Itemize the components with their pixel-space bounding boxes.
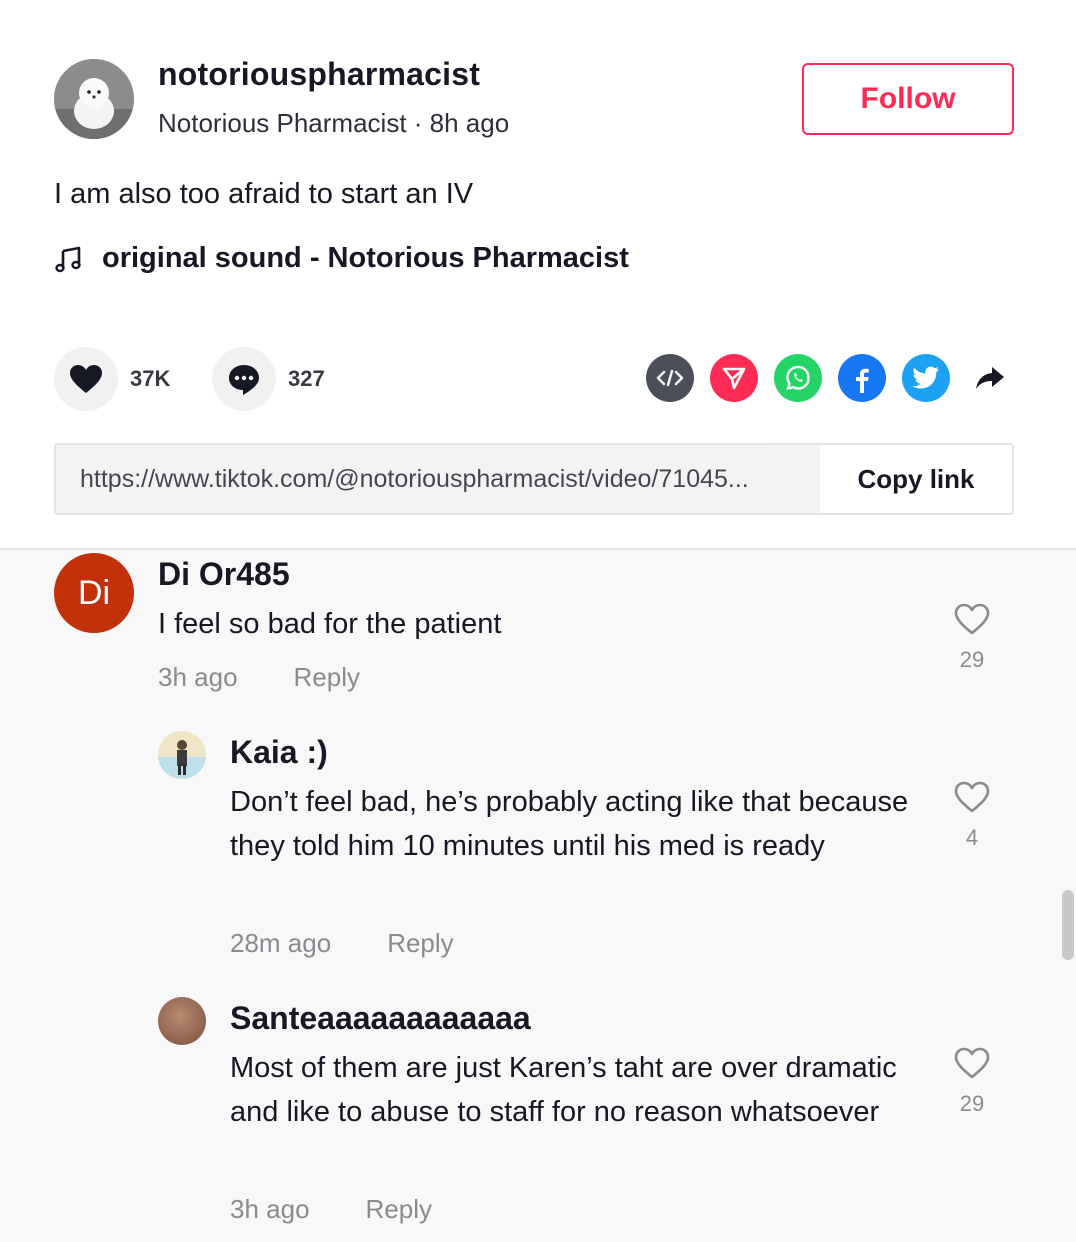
comment-action[interactable]: 327	[212, 347, 325, 411]
music-title: original sound - Notorious Pharmacist	[102, 242, 629, 274]
like-action[interactable]: 37K	[54, 347, 170, 411]
commenter-avatar[interactable]: Di	[54, 553, 134, 633]
author-username[interactable]: notoriouspharmacist	[158, 56, 480, 93]
comment-like[interactable]: 4	[947, 780, 997, 851]
comments-panel: Di Di Or485 I feel so bad for the patien…	[0, 548, 1076, 1242]
heart-outline-icon[interactable]	[953, 1046, 991, 1080]
post-caption: I am also too afraid to start an IV	[54, 178, 474, 210]
avatar-initials: Di	[77, 573, 111, 612]
reply-button[interactable]: Reply	[387, 928, 453, 959]
whatsapp-icon[interactable]	[774, 354, 822, 402]
comment-like-count: 29	[959, 1091, 985, 1116]
follow-button[interactable]: Follow	[802, 63, 1014, 135]
comment-meta: 3h ago Reply	[158, 662, 360, 693]
twitter-icon[interactable]	[902, 354, 950, 402]
comment-like[interactable]: 29	[947, 1046, 997, 1117]
comment-text: Don’t feel bad, he’s probably acting lik…	[230, 786, 909, 862]
share-arrow-icon[interactable]	[974, 354, 1006, 402]
like-count: 37K	[130, 366, 171, 391]
embed-icon[interactable]	[646, 354, 694, 402]
comment-count: 327	[288, 366, 325, 391]
facebook-icon[interactable]	[838, 354, 886, 402]
commenter-name[interactable]: Di Or485	[158, 556, 290, 593]
reply-button[interactable]: Reply	[366, 1194, 432, 1225]
comment-time: 3h ago	[158, 662, 238, 692]
music-note-icon	[54, 244, 84, 274]
send-icon[interactable]	[710, 354, 758, 402]
reply-button[interactable]: Reply	[294, 662, 360, 693]
post-header-panel: notoriouspharmacist Notorious Pharmacist…	[0, 0, 1076, 548]
comment-text: Most of them are just Karen’s taht are o…	[230, 1052, 897, 1128]
commenter-name[interactable]: Kaia :)	[230, 734, 328, 771]
commenter-avatar[interactable]	[158, 731, 206, 779]
share-icons-row	[646, 354, 1022, 402]
comment-like[interactable]: 29	[947, 602, 997, 673]
comment-meta: 3h ago Reply	[230, 1194, 432, 1225]
scrollbar-thumb[interactable]	[1062, 890, 1074, 960]
share-link-box: https://www.tiktok.com/@notoriouspharmac…	[54, 443, 1014, 515]
comment-time: 28m ago	[230, 928, 332, 958]
heart-icon[interactable]	[54, 347, 118, 411]
heart-outline-icon[interactable]	[953, 780, 991, 814]
comment-like-count: 4	[965, 825, 979, 850]
comment-icon[interactable]	[212, 347, 276, 411]
commenter-avatar[interactable]	[158, 997, 206, 1045]
heart-outline-icon[interactable]	[953, 602, 991, 636]
copy-link-button[interactable]: Copy link	[820, 445, 1012, 513]
music-link[interactable]: original sound - Notorious Pharmacist	[54, 242, 629, 275]
share-link-url[interactable]: https://www.tiktok.com/@notoriouspharmac…	[56, 445, 820, 513]
comment-like-count: 29	[959, 647, 985, 672]
comment-text: I feel so bad for the patient	[158, 608, 502, 640]
author-avatar[interactable]	[54, 59, 134, 139]
author-subline: Notorious Pharmacist · 8h ago	[158, 108, 510, 138]
comment-time: 3h ago	[230, 1194, 310, 1224]
comment-meta: 28m ago Reply	[230, 928, 454, 959]
commenter-name[interactable]: Santeaaaaaaaaaaaa	[230, 1000, 531, 1037]
